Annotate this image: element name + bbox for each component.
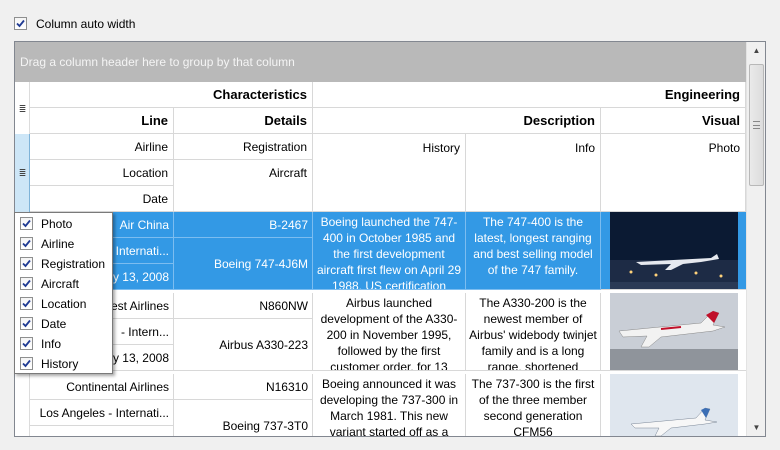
- column-header-aircraft[interactable]: Aircraft: [174, 160, 313, 212]
- cell-location[interactable]: Los Angeles - Internati...: [30, 400, 174, 426]
- band-visual[interactable]: Visual: [601, 108, 746, 134]
- cell-info[interactable]: The A330-200 is the newest member of Air…: [466, 293, 601, 371]
- band-characteristics[interactable]: Characteristics: [30, 82, 313, 108]
- cell-photo[interactable]: [601, 212, 746, 290]
- cell-date[interactable]: [30, 426, 174, 436]
- customize-item-location[interactable]: Location: [20, 294, 112, 314]
- band-details[interactable]: Details: [174, 108, 313, 134]
- column-header-registration[interactable]: Registration: [174, 134, 313, 160]
- column-header-photo[interactable]: Photo: [601, 134, 746, 212]
- customize-item-date[interactable]: Date: [20, 314, 112, 334]
- customize-item-registration[interactable]: Registration: [20, 254, 112, 274]
- band-engineering[interactable]: Engineering: [313, 82, 746, 108]
- scroll-down-icon[interactable]: ▼: [747, 419, 765, 436]
- aircraft-photo-day-icon: [610, 293, 738, 370]
- cell-history[interactable]: Boeing announced it was developing the 7…: [313, 374, 466, 436]
- column-header-airline[interactable]: Airline: [30, 134, 174, 160]
- cell-history[interactable]: Boeing launched the 747-400 in October 1…: [313, 212, 466, 290]
- column-header-history[interactable]: History: [313, 134, 466, 212]
- group-by-panel[interactable]: Drag a column header here to group by th…: [15, 42, 746, 82]
- band-customize-icon[interactable]: ≣: [16, 102, 29, 116]
- cell-aircraft[interactable]: Boeing 747-4J6M: [174, 238, 313, 290]
- checkbox[interactable]: [20, 217, 33, 230]
- checkbox[interactable]: [20, 357, 33, 370]
- checkbox[interactable]: [20, 277, 33, 290]
- column-auto-width-checkbox[interactable]: [14, 17, 27, 30]
- cell-aircraft[interactable]: Boeing 737-3T0: [174, 400, 313, 436]
- column-header-info[interactable]: Info: [466, 134, 601, 212]
- column-header-location[interactable]: Location: [30, 160, 174, 186]
- checkbox[interactable]: [20, 317, 33, 330]
- column-header-date[interactable]: Date: [30, 186, 174, 212]
- checkbox[interactable]: [20, 337, 33, 350]
- cell-info[interactable]: The 747-400 is the latest, longest rangi…: [466, 212, 601, 290]
- column-auto-width-label: Column auto width: [36, 17, 136, 31]
- vertical-scrollbar[interactable]: ▲ ▼: [746, 42, 765, 436]
- cell-registration[interactable]: N16310: [174, 374, 313, 400]
- band-description[interactable]: Description: [313, 108, 601, 134]
- customize-item-airline[interactable]: Airline: [20, 234, 112, 254]
- column-customize-icon[interactable]: ≣: [16, 166, 29, 180]
- cell-history[interactable]: Airbus launched development of the A330-…: [313, 293, 466, 371]
- aircraft-photo-night-icon: [610, 212, 738, 289]
- customize-item-info[interactable]: Info: [20, 334, 112, 354]
- cell-airline[interactable]: Continental Airlines: [30, 374, 174, 400]
- cell-photo[interactable]: [601, 374, 746, 436]
- group-panel-hint: Drag a column header here to group by th…: [20, 55, 295, 69]
- aircraft-grid: Drag a column header here to group by th…: [14, 41, 766, 437]
- scroll-up-icon[interactable]: ▲: [747, 42, 765, 59]
- cell-info[interactable]: The 737-300 is the first of the three me…: [466, 374, 601, 436]
- cell-photo[interactable]: [601, 293, 746, 371]
- customize-item-aircraft[interactable]: Aircraft: [20, 274, 112, 294]
- cell-aircraft[interactable]: Airbus A330-223: [174, 319, 313, 371]
- checkbox[interactable]: [20, 257, 33, 270]
- aircraft-photo-sky-icon: [610, 374, 738, 436]
- checkbox[interactable]: [20, 237, 33, 250]
- customize-item-history[interactable]: History: [20, 354, 112, 374]
- customize-item-photo[interactable]: Photo: [20, 214, 112, 234]
- checkbox[interactable]: [20, 297, 33, 310]
- band-line[interactable]: Line: [30, 108, 174, 134]
- scrollbar-thumb[interactable]: [749, 64, 764, 186]
- column-customization-popup: Photo Airline Registration Aircraft Loca…: [14, 212, 113, 374]
- grip-icon: [753, 121, 760, 129]
- cell-registration[interactable]: N860NW: [174, 293, 313, 319]
- cell-registration[interactable]: B-2467: [174, 212, 313, 238]
